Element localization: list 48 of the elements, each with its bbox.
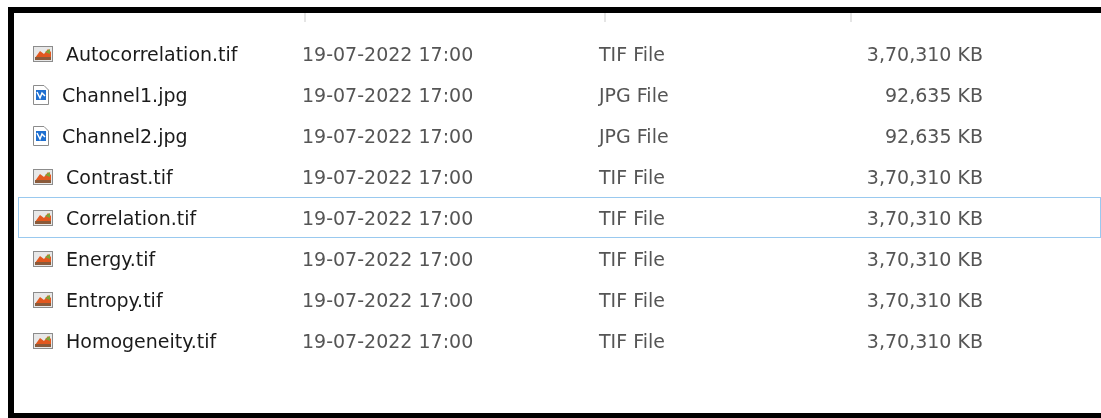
picture-file-icon [33,125,49,146]
date-modified: 19-07-2022 17:00 [302,247,475,270]
file-size: 3,70,310 KB [865,165,983,188]
file-name: Homogeneity.tif [66,329,217,352]
file-row[interactable]: Entropy.tif 19-07-2022 17:00 TIF File 3,70,310 KB [18,279,1101,320]
file-row[interactable]: Channel2.jpg 19-07-2022 17:00 JPG File 92,635 KB [18,115,1101,156]
file-type: TIF File [599,165,666,188]
file-type: TIF File [599,247,666,270]
file-name: Entropy.tif [66,288,163,311]
date-modified: 19-07-2022 17:00 [302,329,475,352]
image-file-icon [33,45,53,62]
file-size: 3,70,310 KB [865,288,983,311]
file-type: JPG File [599,124,670,147]
file-row[interactable]: Correlation.tif 19-07-2022 17:00 TIF File 3,70,310 KB [18,197,1101,238]
file-size: 92,635 KB [884,124,983,147]
file-row[interactable]: Homogeneity.tif 19-07-2022 17:00 TIF File 3,70,310 KB [18,320,1101,361]
image-file-icon [33,332,53,349]
file-type: TIF File [599,329,666,352]
file-size: 92,635 KB [884,83,983,106]
date-modified: 19-07-2022 17:00 [302,288,475,311]
file-size: 3,70,310 KB [865,247,983,270]
image-file-icon [33,168,53,185]
file-type: TIF File [599,288,666,311]
file-name: Contrast.tif [66,165,173,188]
picture-file-icon [33,84,49,105]
file-size: 3,70,310 KB [865,329,983,352]
date-modified: 19-07-2022 17:00 [302,124,475,147]
image-file-icon [33,291,53,308]
date-modified: 19-07-2022 17:00 [302,83,475,106]
date-modified: 19-07-2022 17:00 [302,42,475,65]
file-row[interactable]: Channel1.jpg 19-07-2022 17:00 JPG File 92,635 KB [18,74,1101,115]
file-name: Channel2.jpg [62,124,188,147]
file-name: Correlation.tif [66,206,197,229]
file-name: Autocorrelation.tif [66,42,238,65]
file-name: Channel1.jpg [62,83,188,106]
file-type: JPG File [599,83,670,106]
file-type: TIF File [599,206,666,229]
image-file-icon [33,250,53,267]
file-type: TIF File [599,42,666,65]
file-name: Energy.tif [66,247,156,270]
file-row[interactable]: Energy.tif 19-07-2022 17:00 TIF File 3,70,310 KB [18,238,1101,279]
date-modified: 19-07-2022 17:00 [302,206,475,229]
file-size: 3,70,310 KB [865,42,983,65]
file-size: 3,70,310 KB [865,206,983,229]
date-modified: 19-07-2022 17:00 [302,165,475,188]
file-row[interactable]: Autocorrelation.tif 19-07-2022 17:00 TIF File 3,70,310 KB [18,33,1101,74]
image-file-icon [33,209,53,226]
file-row[interactable]: Contrast.tif 19-07-2022 17:00 TIF File 3,70,310 KB [18,156,1101,197]
